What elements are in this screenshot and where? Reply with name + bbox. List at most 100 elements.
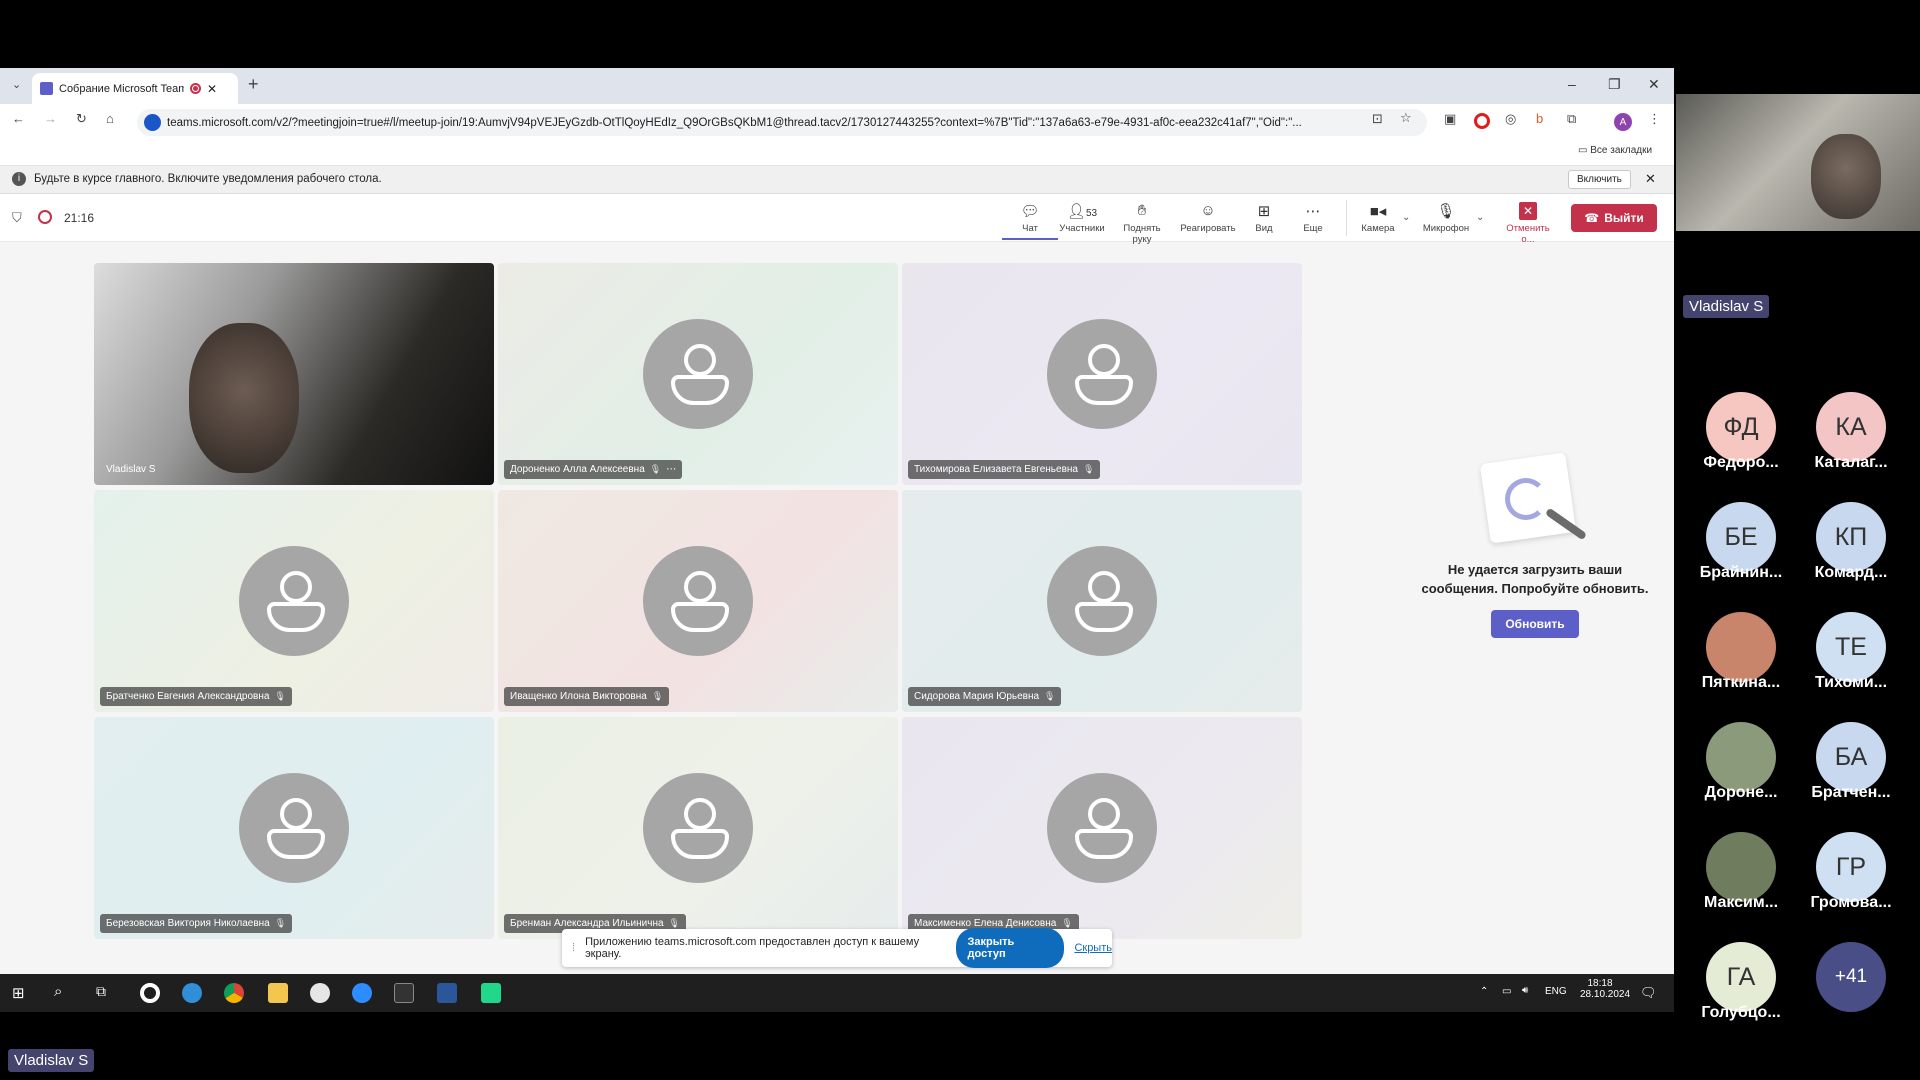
emoji-icon: ☺ xyxy=(1200,202,1216,219)
mic-icon: 🎙︎ xyxy=(1082,464,1095,474)
volume-icon[interactable]: 🔊︎ xyxy=(1522,985,1528,996)
participant-photo-avatar[interactable] xyxy=(1706,612,1776,682)
participant-tile[interactable]: Бренман Александра Ильинична 🎙︎ xyxy=(498,717,898,939)
leave-button[interactable]: ☎ Выйти xyxy=(1571,204,1657,232)
camera-icon: ■◂ xyxy=(1369,203,1387,220)
minimize-icon[interactable]: – xyxy=(1568,76,1576,92)
b-extension-icon[interactable]: b xyxy=(1536,111,1543,126)
enable-notifications-button[interactable]: Включить xyxy=(1568,170,1631,189)
app-icon[interactable] xyxy=(310,983,330,1003)
raise-hand-button[interactable]: ✋︎ Поднять руку xyxy=(1114,202,1170,245)
chrome-app-icon[interactable] xyxy=(224,983,244,1003)
participants-count: 53 xyxy=(1085,208,1098,219)
react-button[interactable]: ☺ Реагировать xyxy=(1180,202,1236,234)
participant-tile[interactable]: Дороненко Алла Алексеевна 🎙︎ ⋯ xyxy=(498,263,898,485)
notification-close-icon[interactable]: ✕ xyxy=(1645,171,1656,187)
browser-tab[interactable]: Собрание Microsoft Teams ✕ xyxy=(32,73,238,104)
default-avatar-icon xyxy=(239,773,349,883)
bookmark-star-icon[interactable]: ☆ xyxy=(1400,110,1412,126)
task-view-icon[interactable]: ⧉ xyxy=(96,983,106,1000)
meeting-timer: 21:16 xyxy=(64,211,95,225)
participant-avatar[interactable]: ТЕ xyxy=(1816,612,1886,682)
microphone-icon: 🎙︎ xyxy=(1436,203,1456,220)
all-bookmarks[interactable]: ▭ Все закладки xyxy=(1578,145,1652,156)
word-app-icon[interactable] xyxy=(437,983,457,1003)
forward-icon[interactable]: → xyxy=(44,111,57,126)
participant-tile[interactable]: Иващенко Илона Викторовна 🎙︎ xyxy=(498,490,898,712)
participant-avatar[interactable]: КА xyxy=(1816,392,1886,462)
tab-search-icon[interactable]: ⌄ xyxy=(12,78,21,91)
participant-label: Брайнин... xyxy=(1699,564,1783,581)
profile-avatar[interactable]: A xyxy=(1614,113,1632,131)
restore-icon[interactable]: ❐ xyxy=(1608,76,1621,93)
stop-sharing-button[interactable]: ✕ Отменить о... xyxy=(1500,202,1556,245)
shield-icon: ⛉ xyxy=(12,210,22,225)
back-icon[interactable]: ← xyxy=(12,111,25,126)
notifications-icon[interactable]: 🗨︎ xyxy=(1640,985,1657,1001)
camera-options-chevron-icon[interactable]: ⌄ xyxy=(1402,212,1410,223)
tab-close-icon[interactable]: ✕ xyxy=(207,82,217,96)
participant-tile[interactable]: Максименко Елена Денисовна 🎙︎ xyxy=(902,717,1302,939)
extensions-puzzle-icon[interactable]: ⧉ xyxy=(1567,111,1576,127)
participant-photo-avatar[interactable] xyxy=(1706,722,1776,792)
chat-button[interactable]: 💬︎ Чат xyxy=(1002,202,1058,240)
self-video-person xyxy=(1811,134,1881,219)
mic-icon: 🎙︎ xyxy=(274,918,287,928)
participant-avatar[interactable]: БА xyxy=(1816,722,1886,792)
windows-start-icon[interactable]: ⊞ xyxy=(12,984,25,1002)
globe-app-icon[interactable] xyxy=(182,983,202,1003)
participant-photo-avatar[interactable] xyxy=(1706,832,1776,902)
cast-icon[interactable]: ◎ xyxy=(1505,111,1516,127)
network-icon[interactable]: ▭ xyxy=(1502,986,1511,997)
language-indicator[interactable]: ENG xyxy=(1545,986,1567,997)
new-tab-icon[interactable]: + xyxy=(248,74,259,95)
mic-button[interactable]: 🎙︎ Микрофон xyxy=(1418,202,1474,234)
tab-title: Собрание Microsoft Teams xyxy=(59,82,184,95)
default-avatar-icon xyxy=(643,773,753,883)
clock[interactable]: 18:18 28.10.2024 xyxy=(1580,978,1630,1000)
install-app-icon[interactable]: ⊡ xyxy=(1372,111,1383,127)
participant-tile[interactable]: Vladislav S xyxy=(94,263,494,485)
browser-menu-icon[interactable]: ⋮ xyxy=(1648,111,1661,127)
view-button[interactable]: ⊞ Вид xyxy=(1236,202,1292,234)
more-participants-button[interactable]: +41 xyxy=(1816,942,1886,1012)
drag-handle-icon[interactable]: ⁞ xyxy=(572,942,575,954)
participant-label: Федоро... xyxy=(1703,454,1779,471)
participant-tile[interactable]: Братченко Евгения Александровна 🎙︎ xyxy=(94,490,494,712)
hide-banner-link[interactable]: Скрыть xyxy=(1074,942,1112,954)
stop-sharing-access-button[interactable]: Закрыть доступ xyxy=(955,928,1065,968)
pycharm-app-icon[interactable] xyxy=(481,983,501,1003)
participant-tile[interactable]: Тихомирова Елизавета Евгеньевна 🎙︎ xyxy=(902,263,1302,485)
participant-name-label: Иващенко Илона Викторовна 🎙︎ xyxy=(504,687,670,706)
participant-avatar[interactable]: ГР xyxy=(1816,832,1886,902)
opera-extension-icon[interactable] xyxy=(1474,113,1490,129)
mic-options-chevron-icon[interactable]: ⌄ xyxy=(1476,212,1484,223)
refresh-button[interactable]: Обновить xyxy=(1491,610,1579,638)
terminal-app-icon[interactable] xyxy=(394,983,414,1003)
file-explorer-icon[interactable] xyxy=(268,983,288,1003)
participant-name-label: Тихомирова Елизавета Евгеньевна 🎙︎ xyxy=(908,460,1101,479)
tray-chevron-icon[interactable]: ⌃ xyxy=(1480,986,1488,997)
reload-icon[interactable]: ↻ xyxy=(76,111,87,127)
share-banner-text: Приложению teams.microsoft.com предостав… xyxy=(585,936,920,960)
camera-button[interactable]: ■◂ Камера xyxy=(1350,202,1406,234)
participant-avatar[interactable]: ФД xyxy=(1706,392,1776,462)
clock-time: 18:18 xyxy=(1587,978,1613,989)
address-bar: ← → ↻ ⌂ teams.microsoft.com/v2/?meetingj… xyxy=(0,104,1674,140)
participant-avatar[interactable]: БЕ xyxy=(1706,502,1776,572)
participant-tile[interactable]: Березовская Виктория Николаевна 🎙︎ xyxy=(94,717,494,939)
participant-avatar[interactable]: КП xyxy=(1816,502,1886,572)
close-window-icon[interactable]: ✕ xyxy=(1648,76,1660,93)
zoom-app-icon[interactable] xyxy=(352,983,372,1003)
opera-app-icon[interactable] xyxy=(140,983,160,1003)
participants-button[interactable]: 👤︎53 Участники xyxy=(1054,202,1110,234)
url-field[interactable]: teams.microsoft.com/v2/?meetingjoin=true… xyxy=(137,109,1427,136)
more-button[interactable]: ⋯ Еще xyxy=(1285,202,1341,234)
participant-avatar[interactable]: ГА xyxy=(1706,942,1776,1012)
site-info-icon[interactable] xyxy=(144,114,161,131)
home-icon[interactable]: ⌂ xyxy=(106,111,114,126)
participant-tile[interactable]: Сидорова Мария Юрьевна 🎙︎ xyxy=(902,490,1302,712)
more-options-icon[interactable]: ⋯ xyxy=(666,464,676,475)
search-icon[interactable]: ⌕ xyxy=(54,983,62,1000)
extension-icon[interactable]: ▣ xyxy=(1444,111,1456,127)
